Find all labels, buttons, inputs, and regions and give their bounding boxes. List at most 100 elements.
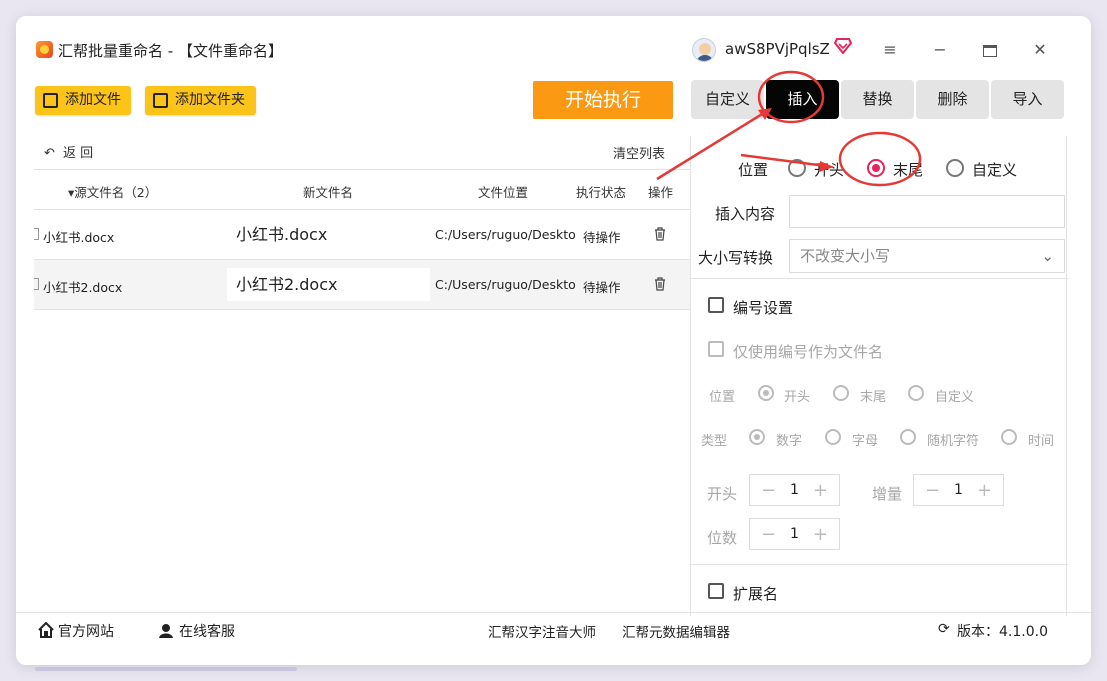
minus-icon[interactable]: −	[761, 524, 776, 545]
plus-icon[interactable]: +	[813, 480, 828, 501]
num-position-label: 位置	[709, 390, 736, 405]
file-location: C:/Users/ruguo/Deskto	[435, 277, 576, 292]
tab-insert[interactable]: 插入	[766, 80, 839, 119]
divider	[691, 564, 1068, 565]
window-title: 汇帮批量重命名 - 【文件重命名】	[58, 42, 283, 60]
tool-link-metadata[interactable]: 汇帮元数据编辑器	[622, 621, 730, 641]
plus-icon[interactable]: +	[977, 480, 992, 501]
header-action: 操作	[648, 185, 674, 200]
add-file-button[interactable]: 添加文件	[35, 86, 131, 115]
refresh-icon[interactable]: ⟳	[938, 621, 950, 637]
app-logo-icon	[36, 41, 53, 58]
tab-delete[interactable]: 删除	[916, 80, 989, 119]
original-name: 小红书.docx	[43, 230, 115, 245]
radio-position-start[interactable]	[788, 159, 806, 177]
chevron-down-icon: ⌄	[1041, 247, 1054, 265]
radio-position-end[interactable]	[867, 159, 885, 177]
digits-stepper[interactable]: − 1 +	[749, 518, 840, 550]
trash-icon[interactable]	[654, 227, 666, 241]
insert-settings-panel: 位置 开头 末尾 自定义 插入内容 大小写转换 不改变大小写 ⌄ 编号设置 仅使…	[690, 136, 1068, 616]
menu-icon[interactable]: ≡	[878, 38, 902, 62]
username[interactable]: awS8PVjPqlsZ	[725, 40, 830, 58]
tool-link-pinyin[interactable]: 汇帮汉字注音大师	[488, 621, 596, 641]
website-link[interactable]: 官方网站	[58, 621, 114, 641]
start-label: 开头	[707, 485, 738, 503]
version-text: 版本：4.1.0.0	[957, 624, 1048, 640]
only-number-label: 仅使用编号作为文件名	[733, 343, 884, 361]
vip-diamond-icon[interactable]	[834, 38, 852, 54]
table-row[interactable]: 小红书.docx 小红书.docx C:/Users/ruguo/Deskto …	[34, 210, 690, 260]
tab-replace[interactable]: 替换	[841, 80, 914, 119]
increment-label: 增量	[872, 485, 903, 503]
scrollbar[interactable]	[35, 667, 297, 671]
plus-icon[interactable]: +	[813, 524, 828, 545]
header-original-name[interactable]: ▾源文件名（2）	[68, 182, 157, 201]
radio-num-end[interactable]	[833, 385, 849, 401]
headset-icon	[159, 624, 173, 638]
tab-custom[interactable]: 自定义	[691, 80, 764, 119]
original-name: 小红书2.docx	[43, 280, 123, 295]
radio-num-start[interactable]	[758, 385, 774, 401]
radio-label: 自定义	[972, 161, 1018, 179]
back-arrow-icon: ↶	[44, 146, 55, 161]
add-folder-button[interactable]: 添加文件夹	[145, 86, 256, 115]
header-status: 执行状态	[576, 185, 627, 200]
file-icon	[43, 93, 58, 108]
insert-content-label: 插入内容	[715, 205, 776, 223]
new-name-field[interactable]: 小红书2.docx	[227, 268, 430, 301]
radio-label: 数字	[776, 434, 803, 449]
divider	[691, 278, 1068, 279]
row-checkbox[interactable]	[34, 228, 39, 240]
digits-label: 位数	[707, 529, 738, 547]
radio-type-number[interactable]	[749, 429, 765, 445]
position-label: 位置	[738, 161, 769, 179]
radio-label: 自定义	[935, 390, 975, 405]
status-text: 待操作	[583, 230, 621, 245]
table-row[interactable]: 小红书2.docx 小红书2.docx C:/Users/ruguo/Deskt…	[34, 260, 690, 310]
home-icon	[38, 622, 54, 638]
numbering-label: 编号设置	[733, 299, 794, 317]
support-link[interactable]: 在线客服	[179, 621, 235, 641]
radio-label: 开头	[784, 390, 811, 405]
radio-type-random[interactable]	[900, 429, 916, 445]
radio-label: 开头	[814, 161, 845, 179]
footer: 官方网站 在线客服 汇帮汉字注音大师 汇帮元数据编辑器 ⟳ 版本：4.1.0.0	[16, 612, 1091, 648]
folder-icon	[153, 93, 168, 108]
start-button[interactable]: 开始执行	[533, 81, 673, 119]
status-text: 待操作	[583, 280, 621, 295]
radio-type-letter[interactable]	[825, 429, 841, 445]
app-window: 汇帮批量重命名 - 【文件重命名】 awS8PVjPqlsZ ≡ − ✕ 添加文…	[16, 16, 1091, 665]
case-label: 大小写转换	[698, 249, 774, 267]
minus-icon[interactable]: −	[925, 480, 940, 501]
radio-position-custom[interactable]	[946, 159, 964, 177]
radio-num-custom[interactable]	[908, 385, 924, 401]
header-new-name: 新文件名	[303, 185, 354, 200]
maximize-icon[interactable]	[978, 38, 1002, 62]
increment-stepper[interactable]: − 1 +	[913, 474, 1004, 506]
clear-list-button[interactable]: 清空列表	[613, 143, 665, 162]
minus-icon[interactable]: −	[761, 480, 776, 501]
insert-content-input[interactable]	[789, 195, 1065, 228]
radio-label: 字母	[852, 434, 879, 449]
close-icon[interactable]: ✕	[1028, 38, 1052, 62]
num-type-label: 类型	[701, 434, 728, 449]
back-button[interactable]: ↶ 返 回	[44, 142, 93, 161]
file-location: C:/Users/ruguo/Deskto	[435, 227, 576, 242]
new-name-field[interactable]: 小红书.docx	[227, 218, 430, 251]
row-checkbox[interactable]	[34, 278, 39, 290]
extension-label: 扩展名	[733, 585, 779, 603]
trash-icon[interactable]	[654, 277, 666, 291]
tab-import[interactable]: 导入	[991, 80, 1064, 119]
minimize-icon[interactable]: −	[928, 38, 952, 62]
start-stepper[interactable]: − 1 +	[749, 474, 840, 506]
radio-label: 时间	[1028, 434, 1055, 449]
numbering-checkbox[interactable]	[708, 297, 724, 313]
radio-label: 末尾	[893, 161, 924, 179]
radio-label: 末尾	[860, 390, 887, 405]
case-select[interactable]: 不改变大小写 ⌄	[789, 239, 1065, 273]
only-number-checkbox[interactable]	[708, 341, 724, 357]
radio-type-time[interactable]	[1001, 429, 1017, 445]
header-location: 文件位置	[478, 185, 529, 200]
extension-checkbox[interactable]	[708, 583, 724, 599]
avatar[interactable]	[692, 38, 716, 62]
